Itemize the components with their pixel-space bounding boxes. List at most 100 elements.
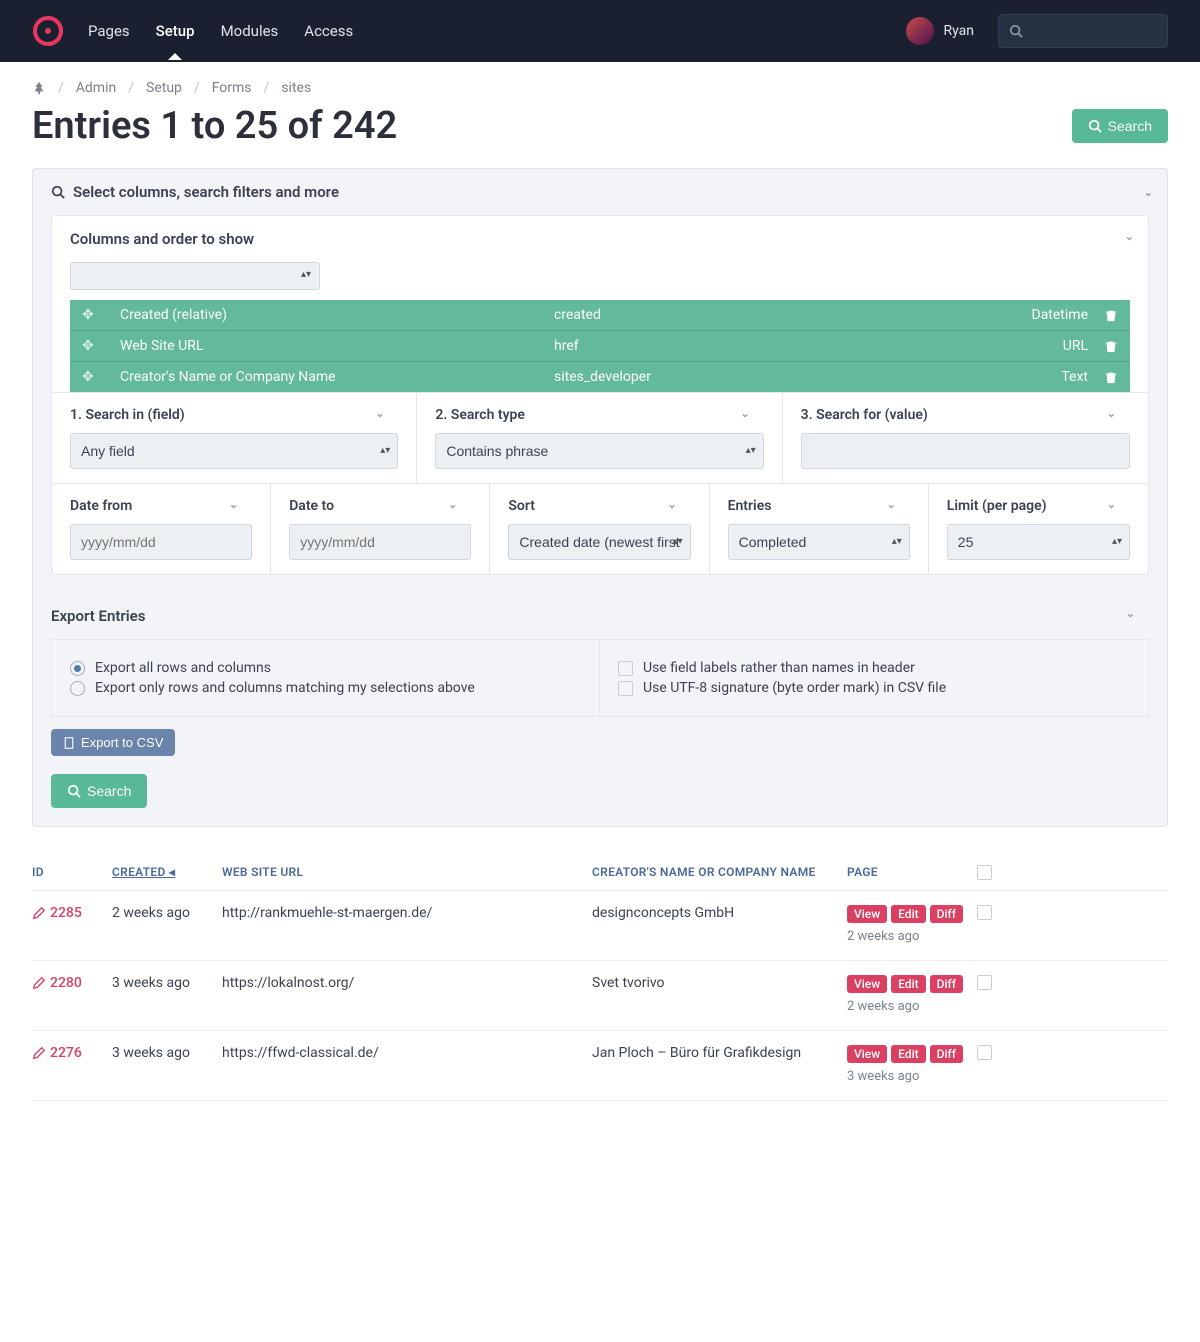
- chevron-down-icon: ⌄: [1125, 230, 1134, 243]
- page-title: Entries 1 to 25 of 242: [32, 104, 397, 148]
- crumb-sites[interactable]: sites: [281, 80, 311, 96]
- nav-setup[interactable]: Setup: [156, 2, 195, 60]
- row-created: 2 weeks ago: [112, 905, 222, 921]
- breadcrumb: / Admin / Setup / Forms / sites: [0, 62, 1200, 104]
- drag-icon[interactable]: ✥: [82, 338, 120, 354]
- view-button[interactable]: View: [847, 1045, 887, 1063]
- limit-select[interactable]: 25: [947, 524, 1130, 560]
- chevron-down-icon: ⌄: [667, 498, 676, 511]
- th-page[interactable]: PAGE: [847, 865, 977, 880]
- export-head[interactable]: Export Entries ⌄: [51, 593, 1149, 639]
- column-row: ✥ Created (relative) created Datetime: [70, 300, 1130, 330]
- export-card: Export Entries ⌄ Export all rows and col…: [51, 593, 1149, 756]
- search-button-bottom[interactable]: Search: [51, 774, 147, 808]
- table-row: 2280 3 weeks ago https://lokalnost.org/ …: [32, 961, 1168, 1031]
- row-id-link[interactable]: 2280: [32, 975, 112, 991]
- th-id[interactable]: ID: [32, 865, 112, 880]
- tree-icon[interactable]: [32, 81, 46, 95]
- row-created: 3 weeks ago: [112, 1045, 222, 1061]
- column-row: ✥ Web Site URL href URL: [70, 330, 1130, 361]
- row-url: https://ffwd-classical.de/: [222, 1045, 592, 1061]
- search-icon: [1009, 24, 1023, 38]
- chevron-down-icon: ⌄: [1144, 186, 1153, 199]
- row-creator: designconcepts GmbH: [592, 905, 847, 921]
- row-page-time: 3 weeks ago: [847, 1069, 919, 1084]
- chevron-down-icon: ⌄: [887, 498, 896, 511]
- search-icon: [67, 784, 81, 798]
- username: Ryan: [944, 23, 975, 39]
- view-button[interactable]: View: [847, 975, 887, 993]
- filter-head[interactable]: Select columns, search filters and more …: [33, 169, 1167, 215]
- entries-table: ID CREATED ◂ WEB SITE URL CREATOR'S NAME…: [32, 855, 1168, 1101]
- bom-check[interactable]: Use UTF-8 signature (byte order mark) in…: [618, 680, 1130, 696]
- row-page-time: 2 weeks ago: [847, 929, 919, 944]
- edit-button[interactable]: Edit: [891, 905, 925, 923]
- th-creator[interactable]: CREATOR'S NAME OR COMPANY NAME: [592, 865, 847, 880]
- top-search[interactable]: [998, 14, 1168, 48]
- table-row: 2285 2 weeks ago http://rankmuehle-st-ma…: [32, 891, 1168, 961]
- type-select[interactable]: Contains phrase: [435, 433, 763, 469]
- chevron-down-icon: ⌄: [229, 498, 238, 511]
- avatar: [906, 17, 934, 45]
- export-filtered-radio[interactable]: Export only rows and columns matching my…: [70, 680, 581, 696]
- chevron-down-icon: ⌄: [1107, 407, 1116, 420]
- chevron-down-icon: ⌄: [375, 407, 384, 420]
- row-id-link[interactable]: 2285: [32, 905, 112, 921]
- search-icon: [1088, 119, 1102, 133]
- drag-icon[interactable]: ✥: [82, 307, 120, 323]
- crumb-forms[interactable]: Forms: [212, 80, 252, 96]
- user-menu[interactable]: Ryan: [906, 17, 975, 45]
- diff-button[interactable]: Diff: [930, 975, 963, 993]
- logo-icon: [32, 15, 64, 47]
- trash-icon[interactable]: [1088, 369, 1118, 385]
- row-page-time: 2 weeks ago: [847, 999, 919, 1014]
- entries-select[interactable]: Completed: [728, 524, 910, 560]
- row-id-link[interactable]: 2276: [32, 1045, 112, 1061]
- row-url: https://lokalnost.org/: [222, 975, 592, 991]
- column-select[interactable]: ▴▾: [70, 262, 320, 290]
- nav-pages[interactable]: Pages: [88, 2, 130, 60]
- sort-select[interactable]: Created date (newest first): [508, 524, 690, 560]
- table-row: 2276 3 weeks ago https://ffwd-classical.…: [32, 1031, 1168, 1101]
- column-row: ✥ Creator's Name or Company Name sites_d…: [70, 361, 1130, 392]
- top-nav: Pages Setup Modules Access: [88, 2, 353, 60]
- chevron-down-icon: ⌄: [448, 498, 457, 511]
- trash-icon[interactable]: [1088, 307, 1118, 323]
- chevron-down-icon: ⌄: [1107, 498, 1116, 511]
- export-all-radio[interactable]: Export all rows and columns: [70, 660, 581, 676]
- diff-button[interactable]: Diff: [930, 1045, 963, 1063]
- search-button[interactable]: Search: [1072, 109, 1168, 143]
- edit-button[interactable]: Edit: [891, 975, 925, 993]
- diff-button[interactable]: Diff: [930, 905, 963, 923]
- th-url[interactable]: WEB SITE URL: [222, 865, 592, 880]
- labels-check[interactable]: Use field labels rather than names in he…: [618, 660, 1130, 676]
- select-all-check[interactable]: [977, 865, 992, 880]
- row-created: 3 weeks ago: [112, 975, 222, 991]
- file-icon: [63, 737, 75, 749]
- value-input[interactable]: [801, 433, 1130, 469]
- filter-panel: Select columns, search filters and more …: [32, 168, 1168, 827]
- columns-card: Columns and order to show ⌄ ▴▾ ✥ Created…: [51, 215, 1149, 575]
- date-from-input[interactable]: [70, 524, 252, 560]
- crumb-admin[interactable]: Admin: [76, 80, 116, 96]
- view-button[interactable]: View: [847, 905, 887, 923]
- row-check[interactable]: [977, 1045, 992, 1060]
- columns-head[interactable]: Columns and order to show ⌄: [52, 216, 1148, 262]
- crumb-setup[interactable]: Setup: [146, 80, 182, 96]
- th-created[interactable]: CREATED ◂: [112, 865, 222, 880]
- edit-button[interactable]: Edit: [891, 1045, 925, 1063]
- trash-icon[interactable]: [1088, 338, 1118, 354]
- row-creator: Svet tvorivo: [592, 975, 847, 991]
- row-check[interactable]: [977, 975, 992, 990]
- chevron-down-icon: ⌄: [1126, 607, 1135, 620]
- row-check[interactable]: [977, 905, 992, 920]
- date-to-input[interactable]: [289, 524, 471, 560]
- drag-icon[interactable]: ✥: [82, 369, 120, 385]
- topbar: Pages Setup Modules Access Ryan: [0, 0, 1200, 62]
- nav-access[interactable]: Access: [304, 2, 353, 60]
- export-csv-button[interactable]: Export to CSV: [51, 729, 175, 756]
- row-url: http://rankmuehle-st-maergen.de/: [222, 905, 592, 921]
- field-select[interactable]: Any field: [70, 433, 398, 469]
- search-icon: [51, 185, 65, 199]
- nav-modules[interactable]: Modules: [221, 2, 279, 60]
